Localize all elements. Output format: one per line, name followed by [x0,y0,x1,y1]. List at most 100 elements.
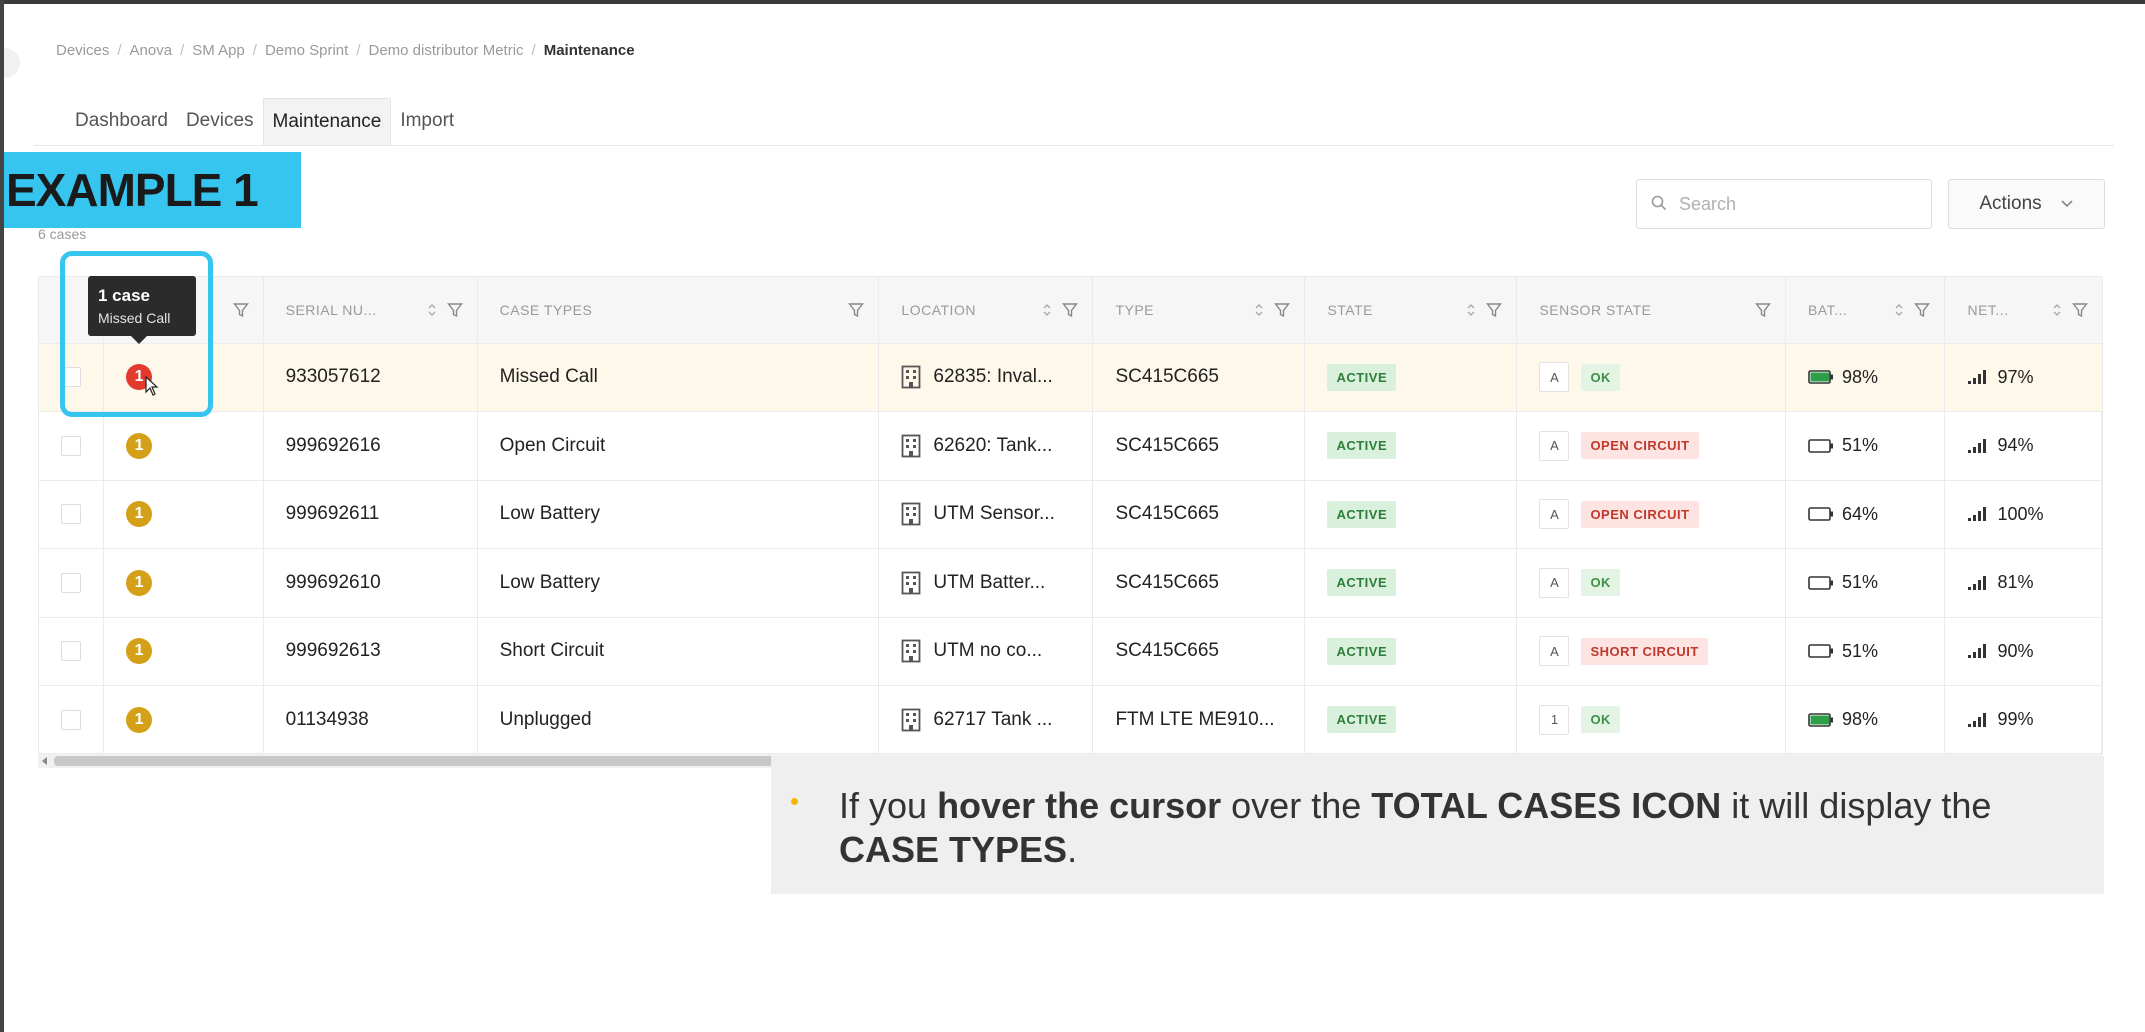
serial-number-cell[interactable]: 01134938 [263,685,478,755]
table-row[interactable]: 1 999692616 Open Circuit 62620: Tank... SC41… [39,411,2103,481]
filter-icon[interactable] [232,302,249,318]
row-checkbox[interactable] [61,435,81,456]
total-cases-icon[interactable]: 1 [126,706,153,733]
device-type-cell: SC415C665 [1092,617,1306,686]
note-fragment: over the [1221,785,1372,826]
network-cell: 97% [1944,343,2103,412]
note-fragment: If you [839,785,938,826]
table-row[interactable]: 1 999692611 Low Battery UTM Sensor... SC415C… [39,480,2103,549]
battery-icon [1808,712,1833,727]
serial-number-cell[interactable]: 933057612 [263,343,478,412]
sort-icon[interactable] [1042,302,1052,318]
filter-icon[interactable] [446,302,463,318]
network-content: 100% [1967,504,2080,525]
column-header[interactable]: CASE TYPES [477,277,880,344]
collapsed-sidebar-toggle[interactable] [4,48,20,78]
signal-icon [1968,438,1987,453]
case-type-cell: Low Battery [477,480,880,549]
tab-devices[interactable]: Devices [177,98,263,146]
column-header-inner: SERIAL NU... [286,302,463,318]
table-row[interactable]: 1 933057612 Missed Call 62835: Inval... SC41… [39,343,2103,412]
battery-icon [1808,370,1833,385]
scroll-left-arrow-icon[interactable] [42,757,47,765]
row-select-cell [39,617,105,686]
chevron-down-icon [2061,200,2073,208]
location-cell[interactable]: UTM no co... [878,617,1094,686]
total-cases-cell: 1 [103,617,264,686]
location-content: 62835: Inval... [901,365,1070,389]
filter-icon[interactable] [1914,302,1931,318]
tab-import[interactable]: Import [391,98,463,146]
battery-icon [1808,575,1833,590]
table-row[interactable]: 1 999692613 Short Circuit UTM no co... SC415… [39,617,2103,686]
breadcrumb-sm-app[interactable]: SM App [192,42,245,59]
total-cases-icon[interactable]: 1 [126,432,153,459]
state-cell: ACTIVE [1304,411,1518,481]
serial-number-cell[interactable]: 999692613 [263,617,478,686]
tab-dashboard[interactable]: Dashboard [66,98,177,146]
location-content: 62620: Tank... [901,434,1070,458]
breadcrumb-devices[interactable]: Devices [56,42,109,59]
serial-number-cell[interactable]: 999692611 [263,480,478,549]
sort-icon[interactable] [1254,302,1264,318]
column-header[interactable]: SENSOR STATE [1516,277,1786,344]
serial-number-cell[interactable]: 999692610 [263,548,478,618]
row-checkbox[interactable] [61,504,81,525]
page: Devices / Anova / SM App / Demo Sprint / Demo di… [4,4,2145,1032]
row-checkbox[interactable] [61,641,81,662]
location-cell[interactable]: 62620: Tank... [878,411,1094,481]
serial-number-cell[interactable]: 999692616 [263,411,478,481]
battery-cell: 51% [1785,411,1946,481]
filter-icon[interactable] [848,302,865,318]
actions-button[interactable]: Actions [1948,179,2105,229]
sort-icon[interactable] [427,302,437,318]
total-cases-icon[interactable]: 1 [126,501,153,528]
location-cell[interactable]: UTM Batter... [878,548,1094,618]
state-cell: ACTIVE [1304,548,1518,618]
column-header[interactable]: STATE [1304,277,1518,344]
network-value: 100% [1997,503,2044,524]
breadcrumb-demo-sprint[interactable]: Demo Sprint [265,42,348,59]
breadcrumb-maintenance: Maintenance [543,42,635,59]
column-header[interactable]: BAT... [1785,277,1946,344]
network-content: 99% [1967,709,2080,730]
column-header-label: NET... [1967,301,2009,318]
table-row[interactable]: 1 01134938 Unplugged 62717 Tank ... FTM LTE … [39,685,2103,755]
location-cell[interactable]: UTM Sensor... [878,480,1094,549]
sensor-chip: A [1539,430,1570,461]
row-checkbox[interactable] [61,572,81,593]
battery-value: 51% [1841,640,1878,661]
column-header[interactable]: LOCATION [878,277,1094,344]
location-cell[interactable]: 62717 Tank ... [878,685,1094,755]
battery-content: 51% [1808,572,1923,593]
location-text: UTM Sensor... [933,503,1055,525]
column-header-tools [1042,302,1079,318]
row-checkbox[interactable] [61,709,81,730]
search-input[interactable] [1679,193,1929,215]
filter-icon[interactable] [2072,302,2088,318]
filter-icon[interactable] [1755,302,1771,318]
bullet-icon [791,798,798,805]
total-cases-icon[interactable]: 1 [126,638,153,665]
total-cases-icon[interactable]: 1 [126,569,153,596]
sort-icon[interactable] [1894,302,1904,318]
table-row[interactable]: 1 999692610 Low Battery UTM Batter... SC415C… [39,548,2103,618]
network-cell: 99% [1944,685,2103,755]
column-header[interactable]: NET... [1944,277,2103,344]
breadcrumb-anova[interactable]: Anova [130,42,173,59]
sort-icon[interactable] [2052,302,2062,318]
column-header[interactable]: SERIAL NU... [263,277,478,344]
battery-content: 98% [1808,367,1923,388]
tab-maintenance[interactable]: Maintenance [262,98,392,146]
search-box[interactable] [1636,179,1932,229]
device-type-cell: SC415C665 [1092,411,1306,481]
filter-icon[interactable] [1062,302,1079,318]
filter-icon[interactable] [1486,302,1503,318]
filter-icon[interactable] [1274,302,1291,318]
state-badge: ACTIVE [1327,706,1397,734]
location-cell[interactable]: 62835: Inval... [878,343,1094,412]
sort-icon[interactable] [1466,302,1476,318]
column-header-inner: BAT... [1808,302,1931,318]
column-header[interactable]: TYPE [1092,277,1306,344]
breadcrumb-demo-distributor-metric[interactable]: Demo distributor Metric [369,42,524,59]
